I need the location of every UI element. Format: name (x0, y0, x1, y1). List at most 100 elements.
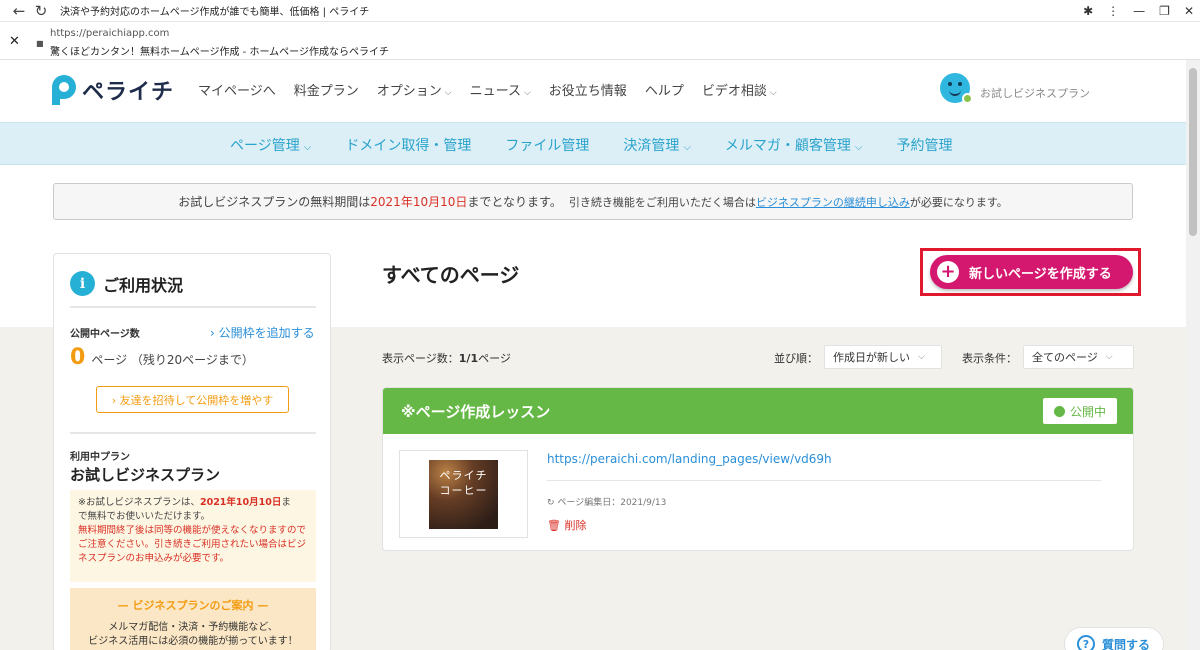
divider (547, 480, 1101, 481)
reload-icon[interactable]: ↻ (30, 0, 52, 22)
page-card-title[interactable]: ※ページ作成レッスン (401, 401, 550, 422)
address-bar: ✕ https://peraichiapp.com ■ 驚くほどカンタン！無料ホ… (0, 22, 1200, 60)
notice-text: までとなります。 (467, 195, 562, 209)
published-label: 公開中ページ数 (70, 329, 140, 340)
restore-icon[interactable]: ❐ (1159, 4, 1170, 18)
sub-nav: ページ管理 ⌵ ドメイン取得・管理 ファイル管理 決済管理 ⌵ メルマガ・顧客管理 ⌵… (0, 122, 1186, 165)
filter-select[interactable]: 全てのページ ⌵ (1023, 345, 1134, 369)
trial-warning: ※お試しビジネスプランは、2021年10月10日ま で無料でお使いいただけます。… (70, 490, 316, 582)
extensions-icon[interactable]: ✱ (1083, 4, 1093, 18)
promo-text: メルマガ配信・決済・予約機能など、 ビジネス活用には必須の機能が揃っています！ (70, 621, 316, 649)
thumbnail-title: ペライチ コーヒー (429, 468, 498, 498)
plan-label: 利用中プラン (70, 452, 130, 463)
divider (70, 306, 316, 308)
page-url-link[interactable]: https://peraichi.com/landing_pages/view/… (547, 452, 832, 466)
sort-select[interactable]: 作成日が新しい ⌵ (824, 345, 942, 369)
warning-red-text: 無料期間終了後は同等の機能が使えなくなりますのでご注意ください。引き続きご利用さ… (78, 525, 307, 564)
thumbnail-title-line: ペライチ (439, 469, 488, 482)
back-arrow-icon[interactable]: ← (8, 0, 30, 22)
url-text[interactable]: https://peraichiapp.com (50, 28, 169, 39)
page-card: ※ページ作成レッスン 公開中 ペライチコーヒー https://peraichi… (382, 387, 1134, 551)
trash-icon: 🗑 (547, 519, 565, 532)
more-icon[interactable]: ⋮ (1107, 4, 1119, 18)
notice-date: 2021年10月10日 (370, 195, 468, 209)
chevron-down-icon: ⌵ (303, 142, 312, 153)
filter-value: 全てのページ (1032, 351, 1098, 364)
nav-item-news[interactable]: ニュース ⌵ (470, 80, 531, 99)
notice-text: が必要になります。 (909, 195, 1008, 209)
warning-text: ま (281, 497, 291, 508)
thumbnail-image: ペライチ コーヒー (429, 460, 498, 529)
business-plan-promo[interactable]: — ビジネスプランのご案内 — メルマガ配信・決済・予約機能など、 ビジネス活用… (70, 588, 316, 650)
subnav-item-pages[interactable]: ページ管理 ⌵ (230, 135, 311, 155)
check-icon (962, 93, 973, 104)
chevron-down-icon: ⌵ (444, 88, 452, 98)
page-card-header: ※ページ作成レッスン 公開中 (383, 388, 1133, 434)
nav-item-mypage[interactable]: マイページへ (198, 80, 276, 99)
delete-button[interactable]: 🗑 削除 (547, 517, 586, 533)
published-count-number: 0 (70, 345, 86, 370)
nav-item-options[interactable]: オプション ⌵ (377, 80, 452, 99)
globe-icon (1053, 405, 1065, 417)
sort-label: 並び順： (774, 352, 818, 365)
lock-icon: ■ (36, 39, 44, 48)
help-label: 質問する (1102, 637, 1151, 650)
nav-item-help[interactable]: ヘルプ (645, 80, 684, 99)
tab-title: 決済や予約対応のホームページ作成が誰でも簡単、低価格 | ペライチ (60, 7, 370, 18)
warning-text: で無料でお使いいただけます。 (78, 511, 211, 522)
usage-sidebar: i ご利用状況 公開中ページ数 › 公開枠を追加する 0 ページ （残り20ペー… (53, 253, 331, 650)
logo-text: ペライチ (82, 80, 175, 105)
chevron-down-icon: ⌵ (523, 88, 531, 98)
user-menu[interactable]: お試しビジネスプラン (940, 73, 1090, 104)
info-icon: i (70, 271, 95, 296)
invite-friends-button[interactable]: › 友達を招待して公開枠を増やす (96, 386, 289, 413)
edit-date: ↻ ページ編集日：2021/9/13 (547, 495, 666, 508)
thumbnail-title-line: コーヒー (439, 484, 488, 497)
chevron-down-icon: ⌵ (1105, 352, 1113, 362)
close-window-icon[interactable]: ✕ (1184, 4, 1194, 18)
warning-date: 2021年10月10日 (199, 497, 282, 508)
scrollbar[interactable] (1186, 60, 1200, 650)
chevron-down-icon: ⌵ (769, 88, 777, 98)
chevron-down-icon: ⌵ (683, 142, 691, 153)
notice-text: 引き続き機能をご利用いただく場合は (568, 195, 756, 209)
status-badge[interactable]: 公開中 (1043, 398, 1117, 424)
new-page-button[interactable]: + 新しいページを作成する (930, 255, 1133, 289)
nav-item-pricing[interactable]: 料金プラン (294, 80, 359, 99)
sidebar-title: ご利用状況 (103, 275, 184, 295)
window-controls: ✱ ⋮ — ❐ ✕ (1083, 0, 1194, 22)
plus-icon: + (937, 261, 959, 283)
add-slot-link[interactable]: › 公開枠を追加する (210, 324, 315, 341)
help-button[interactable]: ? 質問する (1064, 627, 1164, 650)
subnav-item-reservation[interactable]: 予約管理 (897, 135, 953, 155)
subnav-item-domain[interactable]: ドメイン取得・管理 (345, 135, 471, 155)
delete-label: 削除 (564, 519, 587, 532)
scrollbar-thumb[interactable] (1189, 68, 1197, 236)
logo[interactable]: ペライチ (52, 74, 174, 106)
subnav-item-files[interactable]: ファイル管理 (505, 135, 589, 155)
browser-tab-bar: ← ↻ 決済や予約対応のホームページ作成が誰でも簡単、低価格 | ペライチ ✱ … (0, 0, 1200, 22)
promo-line: メルマガ配信・決済・予約機能など、 (108, 622, 278, 633)
new-page-label: 新しいページを作成する (969, 266, 1112, 282)
site-header: ペライチ マイページへ 料金プラン オプション ⌵ ニュース ⌵ お役立ち情報 ヘル… (0, 60, 1186, 122)
top-nav: マイページへ 料金プラン オプション ⌵ ニュース ⌵ お役立ち情報 ヘルプ ビデオ… (198, 80, 777, 99)
subnav-item-payment[interactable]: 決済管理 ⌵ (623, 135, 691, 155)
divider (70, 432, 316, 434)
status-label: 公開中 (1069, 404, 1106, 419)
user-plan: お試しビジネスプラン (980, 87, 1090, 100)
logo-p-icon (52, 75, 76, 105)
edit-date-text: ページ編集日：2021/9/13 (557, 498, 667, 508)
page-thumbnail[interactable]: ペライチ コーヒー (399, 450, 528, 538)
refresh-icon: ↻ (547, 498, 558, 508)
plan-name: お試しビジネスプラン (70, 466, 221, 484)
nav-item-video[interactable]: ビデオ相談 ⌵ (702, 80, 777, 99)
subnav-item-mail[interactable]: メルマガ・顧客管理 ⌵ (725, 135, 863, 155)
chevron-down-icon: ⌵ (918, 352, 925, 362)
nav-item-tips[interactable]: お役立ち情報 (549, 80, 627, 99)
continue-plan-link[interactable]: ビジネスプランの継続申し込み (756, 194, 910, 210)
page-count-value: 1/1 (458, 352, 479, 365)
minimize-icon[interactable]: — (1133, 4, 1145, 18)
avatar (940, 73, 973, 104)
close-icon[interactable]: ✕ (9, 34, 20, 49)
page-count-label: 表示ページ数： (382, 352, 459, 365)
